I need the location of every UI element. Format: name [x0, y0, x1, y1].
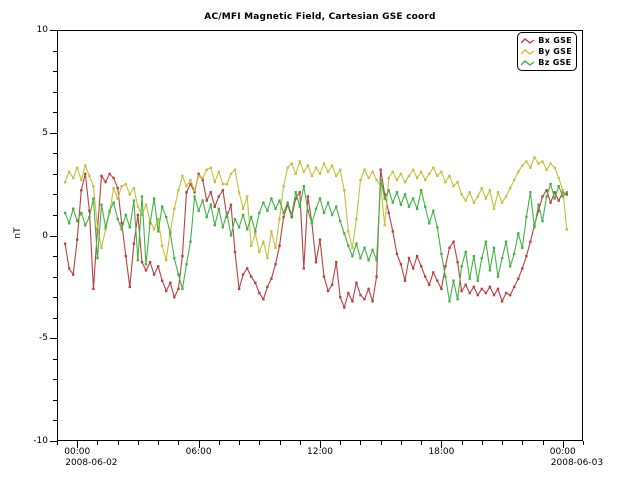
- x-minor-tick: [239, 441, 240, 445]
- y-tick-label: 10: [22, 25, 48, 35]
- legend-item-bz-gse: Bz GSE: [521, 57, 572, 68]
- x-minor-tick: [482, 441, 483, 445]
- x-minor-tick: [462, 441, 463, 445]
- y-minor-tick: [53, 318, 57, 319]
- x-minor-tick: [421, 441, 422, 445]
- legend-label: Bz GSE: [538, 58, 571, 67]
- x-minor-tick: [543, 441, 544, 445]
- legend-line-icon: [521, 37, 535, 45]
- y-minor-tick: [53, 174, 57, 175]
- y-major-tick: [50, 338, 57, 339]
- y-minor-tick: [53, 297, 57, 298]
- x-tick-label: 06:00: [177, 447, 221, 457]
- legend-label: By GSE: [538, 47, 572, 56]
- y-minor-tick: [53, 400, 57, 401]
- x-minor-tick: [158, 441, 159, 445]
- x-minor-tick: [118, 441, 119, 445]
- x-tick-label: 00:00: [55, 447, 99, 457]
- x-minor-tick: [259, 441, 260, 445]
- plot-area: Bx GSE By GSE Bz GSE: [57, 30, 583, 441]
- y-minor-tick: [53, 51, 57, 52]
- y-major-tick: [50, 133, 57, 134]
- x-tick-label: 18:00: [419, 447, 463, 457]
- legend-label: Bx GSE: [538, 36, 572, 45]
- y-tick-label: 5: [22, 128, 48, 138]
- x-tick-date: 2008-06-03: [551, 458, 603, 468]
- x-minor-tick: [381, 441, 382, 445]
- y-minor-tick: [53, 277, 57, 278]
- y-tick-label: -10: [22, 436, 48, 446]
- x-tick-date: 2008-06-02: [65, 458, 117, 468]
- y-minor-tick: [53, 92, 57, 93]
- x-minor-tick: [97, 441, 98, 445]
- y-minor-tick: [53, 112, 57, 113]
- x-minor-tick: [340, 441, 341, 445]
- x-minor-tick: [502, 441, 503, 445]
- x-minor-tick: [138, 441, 139, 445]
- x-minor-tick: [522, 441, 523, 445]
- y-minor-tick: [53, 359, 57, 360]
- y-minor-tick: [53, 194, 57, 195]
- legend-line-icon: [521, 59, 535, 67]
- y-minor-tick: [53, 379, 57, 380]
- x-tick-label: 12:00: [298, 447, 342, 457]
- data-series: [58, 31, 582, 440]
- magnetic-field-chart: AC/MFI Magnetic Field, Cartesian GSE coo…: [0, 0, 640, 480]
- legend-item-bx-gse: Bx GSE: [521, 35, 572, 46]
- chart-title: AC/MFI Magnetic Field, Cartesian GSE coo…: [0, 12, 640, 22]
- x-minor-tick: [178, 441, 179, 445]
- y-minor-tick: [53, 153, 57, 154]
- y-minor-tick: [53, 215, 57, 216]
- y-major-tick: [50, 236, 57, 237]
- y-minor-tick: [53, 71, 57, 72]
- x-minor-tick: [280, 441, 281, 445]
- x-minor-tick: [360, 441, 361, 445]
- series-bz-gse: [64, 179, 568, 303]
- y-minor-tick: [53, 256, 57, 257]
- legend: Bx GSE By GSE Bz GSE: [517, 32, 577, 71]
- x-tick-label: 00:00: [541, 447, 585, 457]
- y-major-tick: [50, 30, 57, 31]
- y-tick-label: -5: [22, 333, 48, 343]
- x-minor-tick: [219, 441, 220, 445]
- x-minor-tick: [300, 441, 301, 445]
- legend-line-icon: [521, 48, 535, 56]
- x-minor-tick: [583, 441, 584, 445]
- x-minor-tick: [57, 441, 58, 445]
- y-minor-tick: [53, 420, 57, 421]
- y-major-tick: [50, 441, 57, 442]
- legend-item-by-gse: By GSE: [521, 46, 572, 57]
- y-tick-label: 0: [22, 231, 48, 241]
- x-minor-tick: [401, 441, 402, 445]
